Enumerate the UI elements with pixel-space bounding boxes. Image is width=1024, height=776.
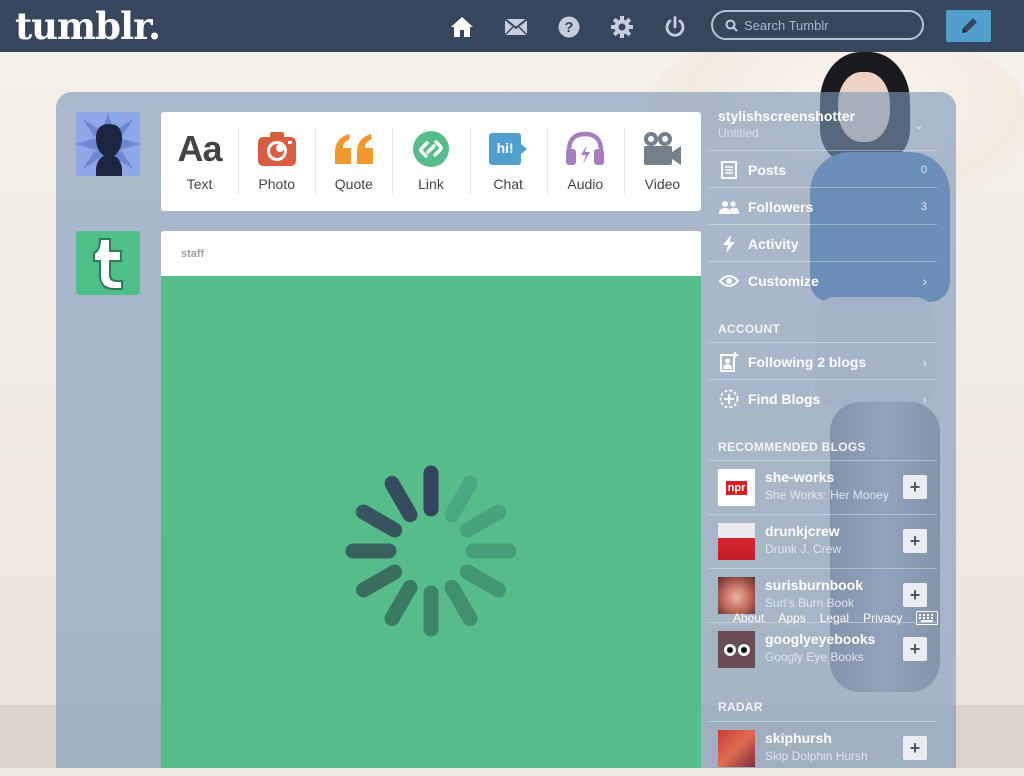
recommended-blog-item[interactable]: googlyeyebooks Googly Eye Books + — [708, 622, 937, 677]
sidebar-item-label: Find Blogs — [748, 390, 821, 407]
keyboard-shortcuts-icon[interactable] — [916, 611, 938, 630]
audio-post-label: Audio — [567, 176, 604, 192]
sidebar-item-label: Following 2 blogs — [748, 353, 867, 370]
recommended-blogs-heading: RECOMMENDED BLOGS — [718, 440, 866, 454]
recommended-blog-subtitle: She Works: Her Money — [765, 488, 889, 502]
chat-post-label: Chat — [493, 176, 523, 192]
sidebar-item-label: Posts — [748, 161, 787, 178]
footer-link-privacy[interactable]: Privacy — [863, 611, 902, 625]
skiphursh-avatar[interactable] — [718, 730, 755, 767]
quote-post-label: Quote — [334, 176, 373, 192]
recommended-blog-subtitle: Suri's Burn Book — [765, 596, 854, 610]
radar-blog-subtitle: Skip Dolphin Hursh — [765, 749, 868, 763]
npr-logo: npr — [725, 480, 748, 495]
follow-button[interactable]: + — [903, 583, 927, 607]
follow-button[interactable]: + — [903, 475, 927, 499]
text-post-button[interactable]: Aa Text — [161, 112, 238, 211]
staff-avatar[interactable] — [76, 231, 140, 295]
video-post-label: Video — [644, 176, 681, 192]
footer-links: About Apps Legal Privacy — [733, 611, 902, 625]
photo-post-label: Photo — [258, 176, 295, 192]
sidebar-item-following[interactable]: Following 2 blogs › — [708, 342, 937, 380]
footer-link-apps[interactable]: Apps — [778, 611, 805, 625]
she-works-avatar[interactable]: npr — [718, 469, 755, 506]
lightning-icon — [718, 234, 740, 253]
account-heading: ACCOUNT — [718, 322, 781, 336]
quote-post-button[interactable]: Quote — [315, 112, 392, 211]
loading-spinner-icon — [345, 465, 517, 637]
sidebar-item-activity[interactable]: Activity — [708, 224, 937, 262]
chevron-right-icon: › — [922, 353, 927, 370]
dashboard-post: staff — [161, 231, 701, 768]
svg-text:?: ? — [564, 19, 573, 36]
power-icon[interactable] — [662, 14, 688, 40]
blog-subtitle: Untitled — [718, 126, 759, 140]
sidebar-item-label: Customize — [748, 272, 819, 289]
pencil-icon — [961, 18, 977, 33]
surisburnbook-avatar[interactable] — [718, 577, 755, 614]
follow-button[interactable]: + — [903, 529, 927, 553]
chat-post-button[interactable]: hi! Chat — [469, 112, 547, 211]
drunkjcrew-avatar[interactable] — [718, 523, 755, 560]
search-icon — [725, 19, 738, 32]
photo-post-button[interactable]: Photo — [238, 112, 315, 211]
recommended-blog-name[interactable]: she-works — [765, 469, 834, 485]
search-box[interactable] — [711, 10, 924, 40]
text-post-label: Text — [186, 176, 213, 192]
recommended-blog-item[interactable]: drunkjcrew Drunk J. Crew + — [708, 514, 937, 569]
radar-heading: RADAR — [718, 700, 763, 714]
user-avatar[interactable] — [76, 112, 140, 176]
footer-link-legal[interactable]: Legal — [820, 611, 849, 625]
posts-count: 0 — [920, 163, 927, 176]
sidebar-item-followers[interactable]: Followers 3 — [708, 187, 937, 225]
sidebar-item-find-blogs[interactable]: Find Blogs › — [708, 379, 937, 417]
text-icon: Aa — [177, 128, 223, 169]
link-icon — [412, 131, 449, 167]
compass-icon — [718, 389, 740, 409]
eye-icon — [718, 274, 740, 288]
recommended-blog-subtitle: Drunk J. Crew — [765, 542, 842, 556]
headphones-icon — [566, 131, 605, 165]
video-camera-icon — [644, 132, 682, 165]
recommended-blog-name[interactable]: surisburnbook — [765, 577, 863, 593]
post-type-chooser: Aa Text Photo Quote Link hi! Chat Audio … — [161, 112, 701, 211]
audio-post-button[interactable]: Audio — [546, 112, 624, 211]
chevron-right-icon: › — [922, 390, 927, 407]
add-person-icon — [718, 351, 740, 372]
sidebar-item-label: Activity — [748, 235, 799, 252]
recommended-blog-item[interactable]: npr she-works She Works: Her Money + — [708, 460, 937, 515]
follow-button[interactable]: + — [903, 736, 927, 760]
sidebar-item-customize[interactable]: Customize › — [708, 261, 937, 299]
radar-blog-name[interactable]: skiphursh — [765, 730, 832, 746]
footer-link-about[interactable]: About — [733, 611, 764, 625]
home-icon[interactable] — [449, 14, 475, 40]
link-post-button[interactable]: Link — [392, 112, 469, 211]
mail-icon[interactable] — [503, 14, 529, 40]
recommended-blog-subtitle: Googly Eye Books — [765, 650, 864, 664]
chat-icon: hi! — [489, 133, 528, 165]
followers-count: 3 — [920, 200, 927, 213]
link-post-label: Link — [418, 176, 444, 192]
sidebar-item-posts[interactable]: Posts 0 — [708, 150, 937, 188]
blog-name[interactable]: stylishscreenshotter — [718, 108, 855, 124]
help-icon[interactable]: ? — [556, 14, 582, 40]
top-navigation-bar: tumblr. ? — [0, 0, 1024, 52]
googlyeyebooks-avatar[interactable] — [718, 631, 755, 668]
follow-button[interactable]: + — [903, 637, 927, 661]
search-input[interactable] — [742, 16, 916, 34]
quote-icon — [334, 134, 373, 164]
tumblr-logo[interactable]: tumblr. — [15, 4, 161, 48]
posts-icon — [718, 160, 740, 179]
chevron-right-icon: › — [922, 272, 927, 289]
compose-post-button[interactable] — [946, 10, 991, 42]
camera-icon — [257, 132, 296, 166]
video-post-button[interactable]: Video — [623, 112, 701, 211]
post-author[interactable]: staff — [161, 231, 701, 276]
sidebar-item-label: Followers — [748, 198, 814, 215]
blog-menu-chevron-icon[interactable]: ⌄ — [914, 118, 924, 132]
settings-icon[interactable] — [609, 14, 635, 40]
recommended-blog-name[interactable]: drunkjcrew — [765, 523, 840, 539]
followers-icon — [718, 200, 740, 214]
recommended-blog-name[interactable]: googlyeyebooks — [765, 631, 875, 647]
